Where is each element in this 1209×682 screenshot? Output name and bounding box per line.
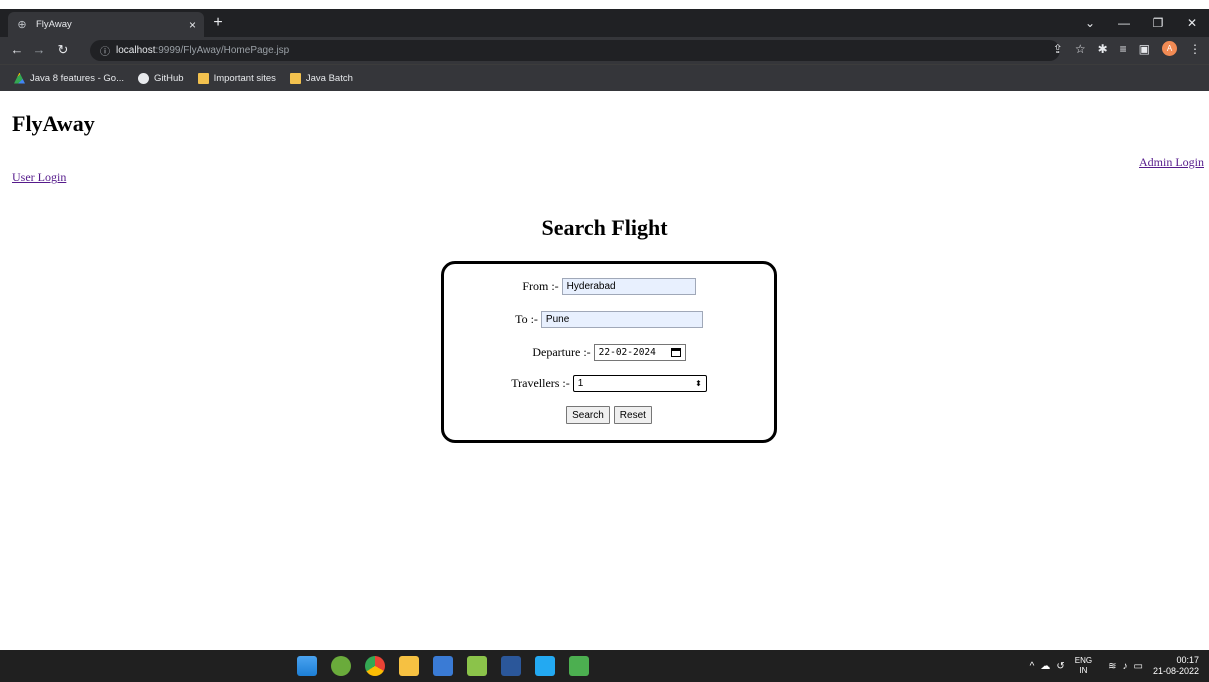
- spinner-icon[interactable]: ⬍: [695, 379, 702, 388]
- buttons-row: Search Reset: [444, 406, 774, 424]
- word-icon[interactable]: [501, 656, 521, 676]
- from-label: From :-: [522, 279, 559, 293]
- tab-search-icon[interactable]: ⌄: [1073, 16, 1107, 30]
- to-label: To :-: [515, 312, 538, 326]
- folder-icon: [289, 72, 301, 84]
- admin-login-link[interactable]: Admin Login: [1139, 155, 1204, 170]
- from-row: From :- Hyderabad: [444, 278, 774, 295]
- volume-icon[interactable]: ♪: [1123, 661, 1128, 672]
- clock[interactable]: 00:17 21-08-2022: [1153, 655, 1199, 677]
- restore-icon[interactable]: ❐: [1141, 16, 1175, 30]
- to-input[interactable]: Pune: [540, 311, 703, 328]
- from-input[interactable]: Hyderabad: [561, 278, 696, 295]
- travellers-value: 1: [577, 378, 584, 389]
- to-row: To :- Pune: [444, 311, 774, 328]
- windows-start-icon[interactable]: [297, 656, 317, 676]
- language-indicator[interactable]: ENG IN: [1075, 656, 1092, 676]
- travellers-row: Travellers :- 1 ⬍: [444, 375, 774, 392]
- user-login-link[interactable]: User Login: [12, 170, 66, 185]
- folder-icon: [197, 72, 209, 84]
- page-title: FlyAway: [12, 111, 95, 136]
- notepad-icon[interactable]: [467, 656, 487, 676]
- reload-icon[interactable]: ↻: [54, 41, 72, 59]
- bookmark-star-icon[interactable]: ☆: [1075, 42, 1086, 56]
- onedrive-icon[interactable]: ☁: [1040, 661, 1050, 672]
- side-panel-icon[interactable]: ▣: [1139, 42, 1150, 56]
- toolbar-icons: ⇪ ☆ ✱ ≡ ▣ A ⋮: [1041, 41, 1201, 56]
- tab-close-icon[interactable]: ×: [189, 18, 196, 32]
- departure-date-input[interactable]: 22-02-2024: [593, 344, 686, 361]
- intellij-icon[interactable]: [433, 656, 453, 676]
- tab-title: FlyAway: [36, 19, 72, 30]
- sync-icon[interactable]: ↺: [1056, 661, 1064, 672]
- bookmark-label: Java Batch: [305, 72, 353, 84]
- browser-tab[interactable]: ⊕ FlyAway ×: [8, 12, 204, 37]
- github-icon: [138, 72, 149, 84]
- file-explorer-icon[interactable]: [399, 656, 419, 676]
- travellers-label: Travellers :-: [511, 376, 570, 390]
- back-icon[interactable]: ←: [8, 41, 26, 59]
- close-window-icon[interactable]: ✕: [1175, 16, 1209, 30]
- new-tab-button[interactable]: +: [209, 14, 227, 32]
- taskbar-apps: [290, 656, 596, 676]
- bookmark-java8[interactable]: Java 8 features - Go...: [14, 72, 124, 84]
- search-button[interactable]: Search: [566, 406, 610, 424]
- calendar-icon[interactable]: [670, 348, 681, 357]
- eclipse-icon[interactable]: [331, 656, 351, 676]
- bookmarks-bar: Java 8 features - Go... GitHub Important…: [0, 64, 1209, 91]
- url-host: localhost: [116, 45, 156, 56]
- window-controls: ⌄ — ❐ ✕: [1073, 9, 1209, 37]
- reading-list-icon[interactable]: ≡: [1120, 42, 1127, 56]
- time: 00:17: [1176, 655, 1199, 665]
- url-path: :9999/FlyAway/HomePage.jsp: [155, 45, 290, 56]
- top-strip: [0, 0, 1209, 9]
- windows-taskbar: ^ ☁ ↺ ENG IN ≋ ♪ ▭ 00:17 21-08-2022: [0, 650, 1209, 682]
- extensions-icon[interactable]: ✱: [1098, 42, 1108, 56]
- lang-bottom: IN: [1079, 666, 1088, 675]
- browser-tab-bar: ⊕ FlyAway × +: [0, 9, 1209, 37]
- site-info-icon[interactable]: ⓘ: [100, 43, 110, 58]
- battery-icon[interactable]: ▭: [1134, 661, 1143, 672]
- travellers-input[interactable]: 1 ⬍: [572, 375, 707, 392]
- profile-avatar[interactable]: A: [1162, 41, 1177, 56]
- departure-label: Departure :-: [532, 345, 591, 359]
- page-content: FlyAway Admin Login User Login Search Fl…: [0, 91, 1209, 650]
- bookmark-label: Java 8 features - Go...: [30, 72, 124, 84]
- bookmark-github[interactable]: GitHub: [138, 72, 184, 84]
- app-icon[interactable]: [569, 656, 589, 676]
- departure-date-value: 22-02-2024: [598, 347, 656, 358]
- share-icon[interactable]: ⇪: [1053, 42, 1063, 56]
- lang-top: ENG: [1074, 656, 1093, 665]
- bookmark-important-sites[interactable]: Important sites: [197, 72, 276, 84]
- minimize-icon[interactable]: —: [1107, 16, 1141, 30]
- globe-icon: ⊕: [17, 18, 27, 31]
- google-drive-icon: [14, 72, 25, 84]
- address-toolbar: ← → ↻ ⓘ localhost :9999/FlyAway/HomePage…: [0, 37, 1209, 64]
- chevron-up-icon[interactable]: ^: [1030, 661, 1035, 672]
- search-form: From :- Hyderabad To :- Pune Departure :…: [441, 261, 777, 443]
- search-heading: Search Flight: [541, 215, 668, 240]
- reset-button[interactable]: Reset: [613, 406, 652, 424]
- departure-row: Departure :- 22-02-2024: [444, 344, 774, 361]
- bookmark-label: Important sites: [213, 72, 276, 84]
- system-tray: ^ ☁ ↺ ENG IN ≋ ♪ ▭ 00:17 21-08-2022: [1024, 652, 1199, 680]
- chrome-icon[interactable]: [365, 656, 385, 676]
- wifi-icon[interactable]: ≋: [1108, 661, 1116, 672]
- url-bar[interactable]: ⓘ localhost :9999/FlyAway/HomePage.jsp: [90, 40, 1060, 61]
- bookmark-label: GitHub: [154, 72, 184, 84]
- menu-icon[interactable]: ⋮: [1189, 42, 1201, 56]
- forward-icon[interactable]: →: [30, 41, 48, 59]
- vscode-icon[interactable]: [535, 656, 555, 676]
- date: 21-08-2022: [1152, 666, 1199, 676]
- bookmark-java-batch[interactable]: Java Batch: [289, 72, 353, 84]
